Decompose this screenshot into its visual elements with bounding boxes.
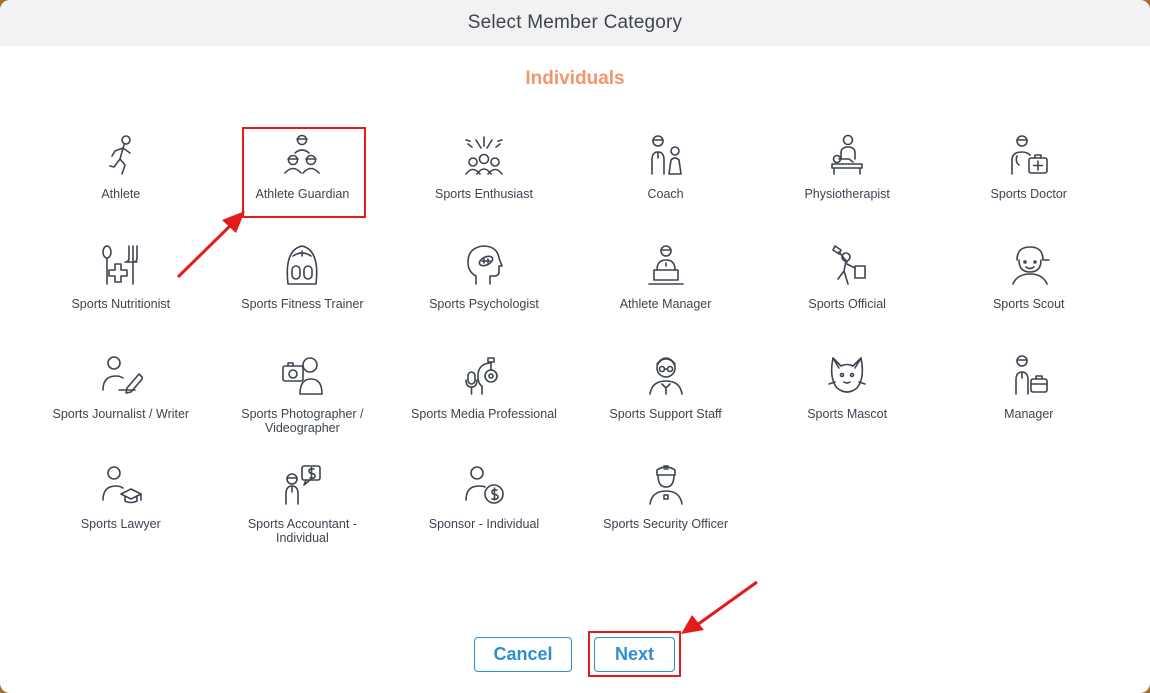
- category-label: Sports Scout: [992, 297, 1065, 311]
- category-label: Sports Photographer / Videographer: [241, 407, 364, 435]
- category-tile-sports-security-officer[interactable]: Sports Security Officer: [575, 460, 757, 570]
- sports-mascot-icon: [823, 350, 871, 398]
- category-label: Sports Security Officer: [603, 517, 728, 531]
- category-tile-sports-official[interactable]: Sports Official: [756, 240, 938, 350]
- category-tile-sports-doctor[interactable]: Sports Doctor: [938, 130, 1120, 240]
- category-label: Physiotherapist: [804, 187, 890, 201]
- sports-nutritionist-icon: [97, 240, 145, 288]
- sports-lawyer-icon: [97, 460, 145, 508]
- category-tile-sports-nutritionist[interactable]: Sports Nutritionist: [30, 240, 212, 350]
- category-tile-sports-psychologist[interactable]: Sports Psychologist: [393, 240, 575, 350]
- category-label: Sports Support Staff: [609, 407, 722, 421]
- category-label: Manager: [1004, 407, 1054, 421]
- category-label: Sports Psychologist: [429, 297, 539, 311]
- category-label: Sports Media Professional: [411, 407, 557, 421]
- category-label: Sports Accountant - Individual: [247, 517, 357, 545]
- category-label: Sports Nutritionist: [71, 297, 171, 311]
- sports-accountant-icon: [278, 460, 326, 508]
- category-tile-sports-photographer[interactable]: Sports Photographer / Videographer: [212, 350, 394, 460]
- category-tile-manager[interactable]: Manager: [938, 350, 1120, 460]
- sports-security-officer-icon: [642, 460, 690, 508]
- category-tile-sports-lawyer[interactable]: Sports Lawyer: [30, 460, 212, 570]
- category-tile-sports-fitness-trainer[interactable]: Sports Fitness Trainer: [212, 240, 394, 350]
- category-tile-sports-scout[interactable]: Sports Scout: [938, 240, 1120, 350]
- category-label: Athlete: [101, 187, 141, 201]
- manager-icon: [1005, 350, 1053, 398]
- category-label: Athlete Guardian: [255, 187, 350, 201]
- cancel-button[interactable]: Cancel: [474, 637, 572, 672]
- sports-official-icon: [823, 240, 871, 288]
- sports-psychologist-icon: [460, 240, 508, 288]
- category-label: Sports Official: [808, 297, 886, 311]
- category-label: Sports Fitness Trainer: [241, 297, 364, 311]
- category-label: Sports Mascot: [807, 407, 888, 421]
- sponsor-icon: [460, 460, 508, 508]
- category-tile-sports-journalist[interactable]: Sports Journalist / Writer: [30, 350, 212, 460]
- category-label: Sports Enthusiast: [435, 187, 533, 201]
- sports-scout-icon: [1005, 240, 1053, 288]
- athlete-manager-icon: [642, 240, 690, 288]
- category-tile-coach[interactable]: Coach: [575, 130, 757, 240]
- category-label: Athlete Manager: [619, 297, 712, 311]
- sports-media-icon: [460, 350, 508, 398]
- section-title-individuals: Individuals: [525, 68, 625, 89]
- sports-photographer-icon: [278, 350, 326, 398]
- category-label: Coach: [647, 187, 684, 201]
- category-tile-sports-mascot[interactable]: Sports Mascot: [756, 350, 938, 460]
- category-label: Sponsor - Individual: [428, 517, 540, 531]
- category-label: Sports Doctor: [990, 187, 1067, 201]
- category-label: Sports Journalist / Writer: [52, 407, 190, 421]
- category-tile-sponsor[interactable]: Sponsor - Individual: [393, 460, 575, 570]
- category-label: Sports Lawyer: [80, 517, 161, 531]
- sports-enthusiast-icon: [460, 130, 508, 178]
- dialog-header: Select Member Category: [0, 0, 1150, 46]
- athlete-guardian-icon: [278, 130, 326, 178]
- physiotherapist-icon: [823, 130, 871, 178]
- next-button[interactable]: Next: [594, 637, 675, 672]
- sports-doctor-icon: [1005, 130, 1053, 178]
- category-tile-sports-media[interactable]: Sports Media Professional: [393, 350, 575, 460]
- sports-journalist-icon: [97, 350, 145, 398]
- coach-icon: [642, 130, 690, 178]
- annotation-arrow-head: [681, 615, 704, 634]
- category-tile-sports-support-staff[interactable]: Sports Support Staff: [575, 350, 757, 460]
- member-category-dialog: Select Member Category Individuals Athle…: [0, 0, 1150, 693]
- sports-support-staff-icon: [642, 350, 690, 398]
- category-tile-athlete[interactable]: Athlete: [30, 130, 212, 240]
- athlete-icon: [97, 130, 145, 178]
- category-tile-athlete-manager[interactable]: Athlete Manager: [575, 240, 757, 350]
- sports-fitness-trainer-icon: [278, 240, 326, 288]
- category-grid: Athlete Athlete Guardian Sports Enthusiast…: [30, 130, 1120, 570]
- category-tile-sports-enthusiast[interactable]: Sports Enthusiast: [393, 130, 575, 240]
- category-tile-athlete-guardian[interactable]: Athlete Guardian: [212, 130, 394, 240]
- category-tile-physiotherapist[interactable]: Physiotherapist: [756, 130, 938, 240]
- category-tile-sports-accountant[interactable]: Sports Accountant - Individual: [212, 460, 394, 570]
- annotation-arrow-line: [696, 580, 758, 627]
- dialog-title: Select Member Category: [467, 12, 683, 33]
